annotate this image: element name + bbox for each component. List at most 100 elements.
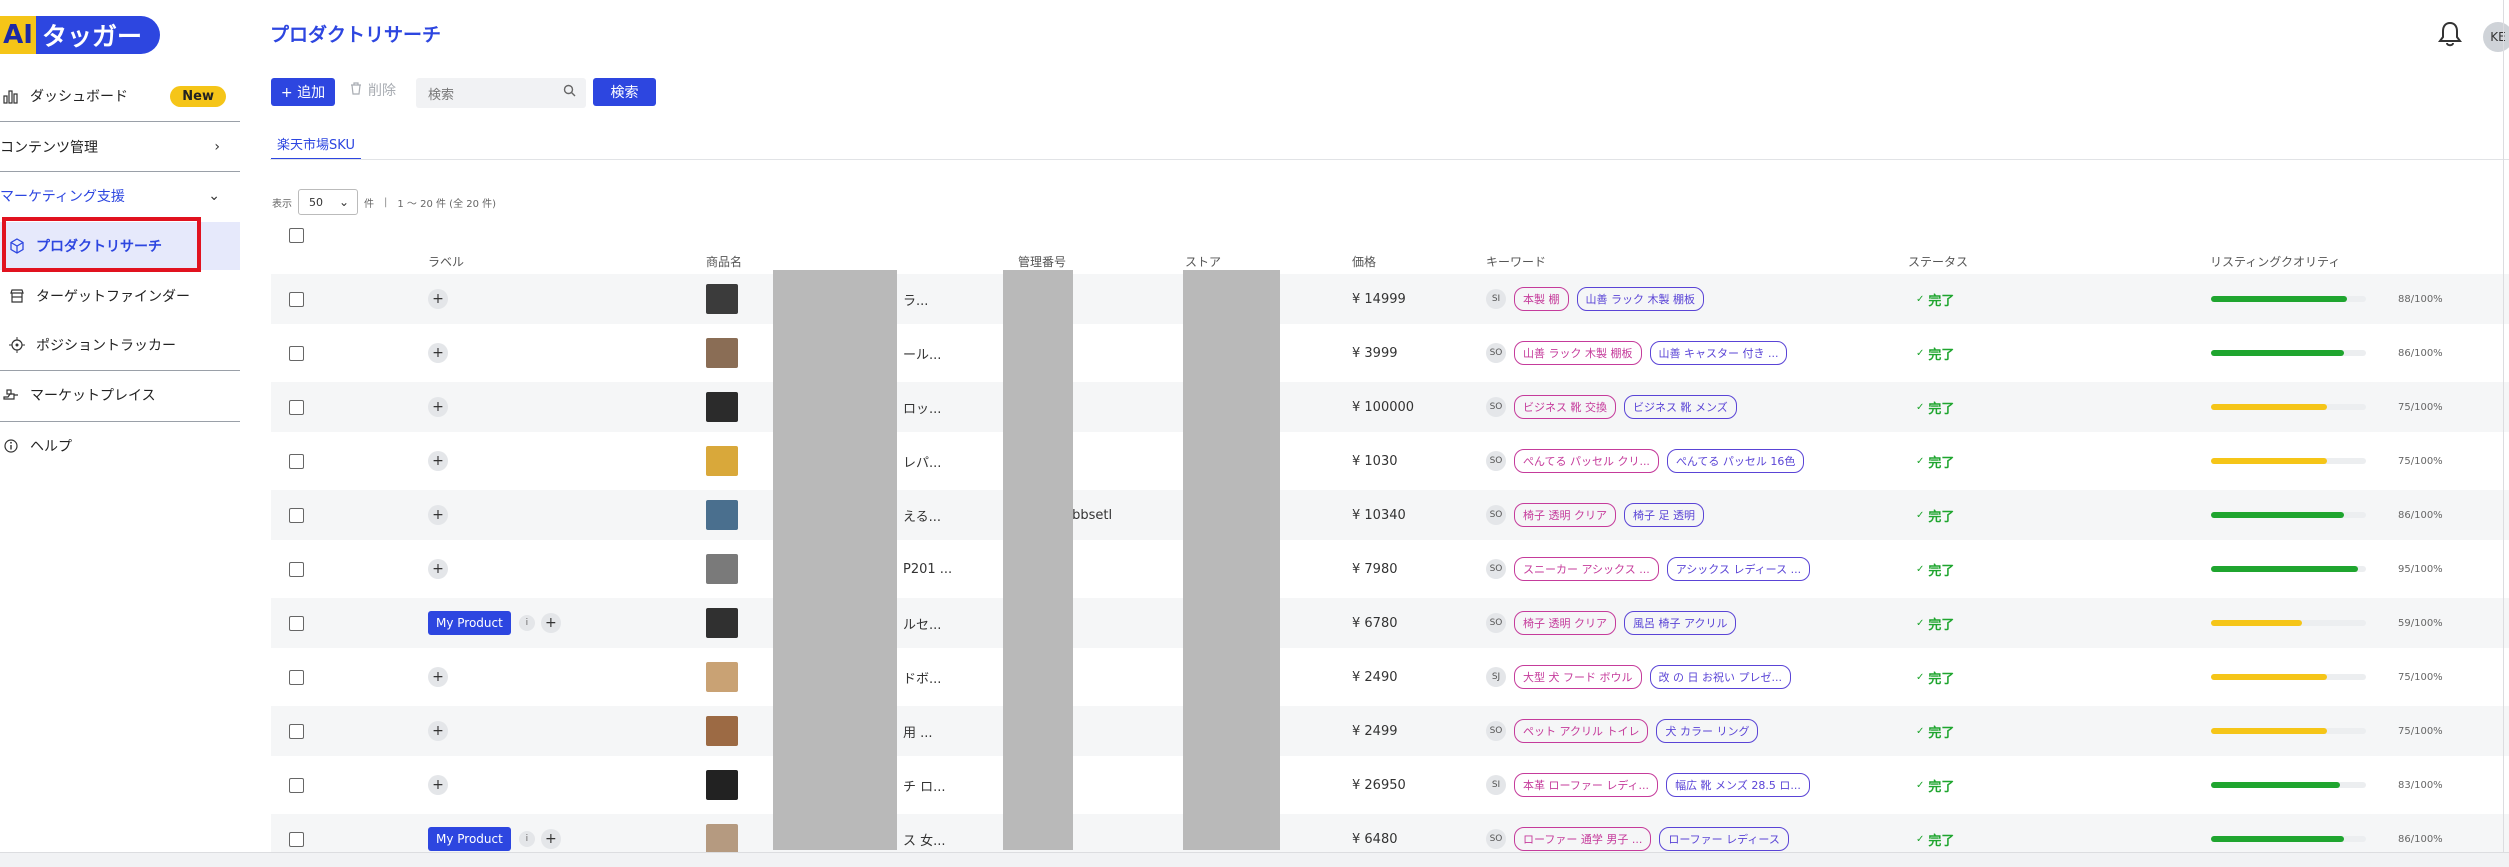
table-row[interactable]: + ロッ... ¥ 100000 SO ビジネス 靴 交換 ビジネス 靴 メンズ ✓ 完了 75… — [271, 382, 2509, 432]
add-label-button[interactable]: + — [428, 667, 448, 687]
keyword-pill[interactable]: 椅子 足 透明 — [1624, 503, 1704, 527]
keyword-pill[interactable]: ローファー 通学 男子 ... — [1514, 827, 1652, 851]
info-icon[interactable]: i — [518, 831, 535, 847]
keyword-pill[interactable]: アシックス レディース ... — [1666, 557, 1811, 581]
row-checkbox[interactable] — [289, 508, 304, 523]
delete-button[interactable]: 削除 — [350, 80, 396, 100]
avatar[interactable]: KE — [2483, 22, 2509, 52]
keyword-pill[interactable]: ペット アクリル トイレ — [1514, 719, 1649, 743]
keyword-pill[interactable]: 本革 ローファー レディ... — [1514, 773, 1659, 797]
keyword-pill[interactable]: 椅子 透明 クリア — [1514, 503, 1616, 527]
product-name[interactable]: ラ... — [903, 274, 928, 324]
sidebar-item-marketplace[interactable]: マーケットプレイス — [0, 375, 240, 415]
keyword-pill[interactable]: 改 の 日 お祝い プレゼ... — [1649, 665, 1791, 689]
product-name[interactable]: 用 ... — [903, 706, 933, 756]
page-size-select[interactable]: 50 ⌄ — [298, 189, 358, 215]
app-logo[interactable]: AI タッガー — [0, 16, 161, 54]
row-checkbox[interactable] — [289, 778, 304, 793]
column-header-label[interactable]: ラベル — [428, 253, 464, 270]
product-name[interactable]: P201 ... — [903, 544, 952, 594]
search-input[interactable]: 検索 — [416, 78, 586, 108]
keyword-pill[interactable]: ビジネス 靴 交換 — [1514, 395, 1616, 419]
add-label-button[interactable]: + — [428, 505, 448, 525]
product-thumbnail[interactable] — [706, 598, 738, 648]
sidebar-item-target-finder[interactable]: ターゲットファインダー — [0, 276, 240, 316]
keyword-pill[interactable]: 山善 ラック 木製 棚板 — [1514, 341, 1642, 365]
my-product-tag[interactable]: My Product — [428, 827, 511, 851]
info-icon[interactable]: i — [518, 615, 535, 631]
table-row[interactable]: + チ ロ... ¥ 26950 SI 本革 ローファー レディ... 幅広 靴 メンズ … — [271, 760, 2509, 810]
product-thumbnail[interactable] — [706, 436, 738, 486]
column-header-price[interactable]: 価格 — [1352, 253, 1376, 270]
table-row[interactable]: + ール... ¥ 3999 SO 山善 ラック 木製 棚板 山善 キャスター 付き ..… — [271, 328, 2509, 378]
row-checkbox[interactable] — [289, 724, 304, 739]
sidebar-item-position-tracker[interactable]: ポジショントラッカー — [0, 325, 240, 365]
add-label-button[interactable]: + — [428, 343, 448, 363]
keyword-pill[interactable]: 山善 ラック 木製 棚板 — [1576, 287, 1704, 311]
add-label-button[interactable]: + — [540, 829, 561, 849]
row-checkbox[interactable] — [289, 292, 304, 307]
product-name[interactable]: チ ロ... — [903, 760, 946, 810]
sidebar-item-help[interactable]: ヘルプ — [0, 426, 240, 466]
row-checkbox[interactable] — [289, 346, 304, 361]
product-name[interactable]: ール... — [903, 328, 941, 378]
column-header-code[interactable]: 管理番号 — [1018, 253, 1066, 270]
keyword-pill[interactable]: 椅子 透明 クリア — [1514, 611, 1616, 635]
keyword-pill[interactable]: ぺんてる パッセル クリ... — [1514, 449, 1659, 473]
add-button[interactable]: + 追加 — [271, 78, 335, 106]
select-all-checkbox[interactable] — [289, 228, 304, 243]
row-checkbox[interactable] — [289, 616, 304, 631]
column-header-store[interactable]: ストア — [1185, 253, 1221, 270]
keyword-pill[interactable]: スニーカー アシックス ... — [1514, 557, 1659, 581]
product-thumbnail[interactable] — [706, 760, 738, 810]
keyword-pill[interactable]: 山善 キャスター 付き ... — [1649, 341, 1788, 365]
tab-rakuten-sku[interactable]: 楽天市場SKU — [271, 128, 361, 160]
keyword-pill[interactable]: ローファー レディース — [1659, 827, 1789, 851]
table-row[interactable]: + える... -bcbbsetl ¥ 10340 SO 椅子 透明 クリア 椅子 足 透明… — [271, 490, 2509, 540]
product-thumbnail[interactable] — [706, 328, 738, 378]
table-row[interactable]: + レパ... ¥ 1030 SO ぺんてる パッセル クリ... ぺんてる パッセル 1… — [271, 436, 2509, 486]
table-row[interactable]: + 用 ... ¥ 2499 SO ペット アクリル トイレ犬 カラー リング ✓ 完了 75… — [271, 706, 2509, 756]
product-name[interactable]: ロッ... — [903, 382, 941, 432]
product-thumbnail[interactable] — [706, 382, 738, 432]
search-button[interactable]: 検索 — [593, 78, 656, 106]
row-checkbox[interactable] — [289, 400, 304, 415]
sidebar-item-dashboard[interactable]: ダッシュボード New — [0, 76, 240, 116]
add-label-button[interactable]: + — [428, 451, 448, 471]
product-thumbnail[interactable] — [706, 652, 738, 702]
product-thumbnail[interactable] — [706, 706, 738, 756]
row-checkbox[interactable] — [289, 670, 304, 685]
product-name[interactable]: レパ... — [903, 436, 941, 486]
product-name[interactable]: える... — [903, 490, 941, 540]
table-row[interactable]: +P201 ...01¥ 7980SOスニーカー アシックス ...アシックス … — [271, 544, 2509, 594]
add-label-button[interactable]: + — [428, 559, 448, 579]
add-label-button[interactable]: + — [540, 613, 561, 633]
keyword-pill[interactable]: 犬 カラー リング — [1656, 719, 1759, 743]
table-row[interactable]: My Product i + ルセ... ¥ 6780 SO 椅子 透明 クリア 風呂 椅子 … — [271, 598, 2509, 648]
product-name[interactable]: ドボ... — [903, 652, 941, 702]
column-header-keyword[interactable]: キーワード — [1486, 253, 1546, 270]
add-label-button[interactable]: + — [428, 289, 448, 309]
my-product-tag[interactable]: My Product — [428, 611, 511, 635]
sidebar-item-marketing[interactable]: マーケティング支援 ⌄ — [0, 176, 240, 216]
product-thumbnail[interactable] — [706, 490, 738, 540]
bell-icon[interactable] — [2437, 20, 2463, 48]
keyword-pill[interactable]: 大型 犬 フード ボウル — [1514, 665, 1642, 689]
row-checkbox[interactable] — [289, 832, 304, 847]
keyword-pill[interactable]: 風呂 椅子 アクリル — [1624, 611, 1737, 635]
add-label-button[interactable]: + — [428, 775, 448, 795]
column-header-name[interactable]: 商品名 — [706, 253, 742, 270]
column-header-status[interactable]: ステータス — [1908, 253, 1968, 270]
product-name[interactable]: ルセ... — [903, 598, 941, 648]
column-header-quality[interactable]: リスティングクオリティ — [2210, 253, 2340, 270]
sidebar-item-content[interactable]: コンテンツ管理 › — [0, 127, 240, 167]
keyword-pill[interactable]: ぺんてる パッセル 16色 — [1666, 449, 1805, 473]
add-label-button[interactable]: + — [428, 721, 448, 741]
keyword-pill[interactable]: ビジネス 靴 メンズ — [1624, 395, 1737, 419]
row-checkbox[interactable] — [289, 562, 304, 577]
keyword-pill[interactable]: 本製 棚 — [1514, 287, 1569, 311]
table-row[interactable]: + ラ... ¥ 14999 SI 本製 棚山善 ラック 木製 棚板 ✓ 完了 88/100% — [271, 274, 2509, 324]
row-checkbox[interactable] — [289, 454, 304, 469]
product-thumbnail[interactable] — [706, 544, 738, 594]
product-thumbnail[interactable] — [706, 274, 738, 324]
